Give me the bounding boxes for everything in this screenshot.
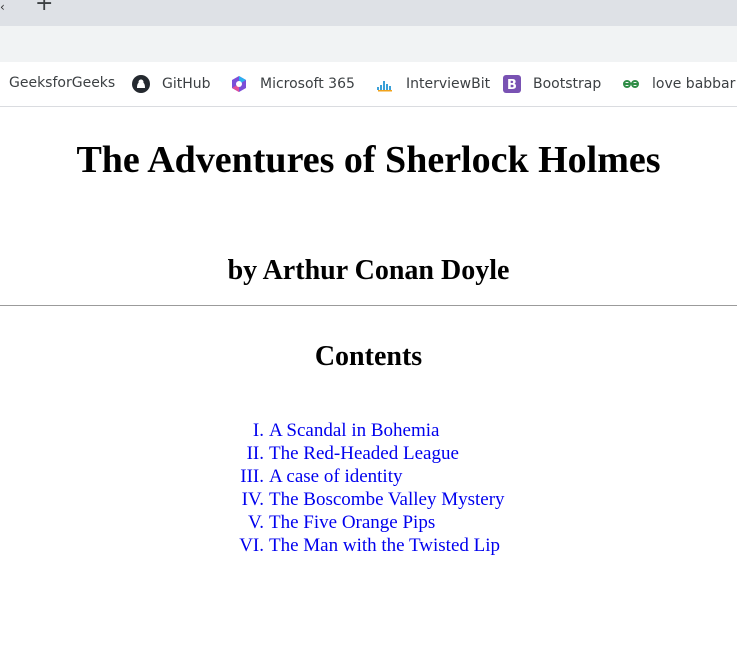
toc-item: II. The Red-Headed League [0,443,737,466]
toc-item: III. A case of identity [0,466,737,489]
toc-item: I. A Scandal in Bohemia [0,420,737,443]
toc-number: IV. [241,489,264,510]
page-content: The Adventures of Sherlock Holmes by Art… [0,107,737,659]
contents-heading: Contents [314,341,423,372]
tab-strip: ‹ + [0,0,737,26]
new-tab-plus-icon[interactable]: + [35,0,53,16]
toc-item: IV. The Boscombe Valley Mystery [0,489,737,512]
toolbar [0,26,737,62]
toc-number: II. [246,443,264,464]
bookmark-label: Bootstrap [533,76,602,92]
toc-number: VI. [239,535,264,556]
bookmark-bootstrap[interactable]: B Bootstrap [503,75,601,93]
toc-link[interactable]: A Scandal in Bohemia [269,420,439,442]
toc-number: V. [247,512,264,533]
bootstrap-icon: B [503,75,521,93]
toc-link[interactable]: The Five Orange Pips [269,512,435,534]
bookmark-geeksforgeeks[interactable]: GeeksforGeeks [9,75,115,91]
toc-link[interactable]: A case of identity [269,466,403,488]
svg-text:B: B [507,78,517,93]
page-title: The Adventures of Sherlock Holmes [76,139,661,181]
toc-item: V. The Five Orange Pips [0,512,737,535]
tab-edge: ‹ [0,0,5,14]
bookmark-label: Microsoft 365 [260,76,355,92]
microsoft365-icon [230,75,248,93]
bookmarks-bar: GeeksforGeeks GitHub Microsoft 365 Inter… [0,62,737,107]
bookmark-label: GitHub [162,76,211,92]
toc-item: VI. The Man with the Twisted Lip [0,535,737,558]
toc-number: III. [240,466,264,487]
tab-bar [18,0,737,22]
toc-link[interactable]: The Man with the Twisted Lip [269,535,500,557]
bookmark-label: InterviewBit [406,76,491,92]
divider [0,305,737,306]
bookmark-microsoft365[interactable]: Microsoft 365 [230,75,355,93]
interviewbit-icon [376,75,394,93]
toc-number: I. [252,420,264,441]
bookmark-love-babbar[interactable]: love babbar s [622,75,737,93]
bookmark-label: GeeksforGeeks [9,75,116,91]
toc-link[interactable]: The Red-Headed League [269,443,459,465]
bookmark-interviewbit[interactable]: InterviewBit [376,75,490,93]
toc-link[interactable]: The Boscombe Valley Mystery [269,489,505,511]
author-heading: by Arthur Conan Doyle [227,255,510,286]
geeksforgeeks-icon [622,75,640,93]
github-icon [132,75,150,93]
bookmark-label: love babbar s [652,76,737,92]
bookmark-github[interactable]: GitHub [132,75,211,93]
table-of-contents: I. A Scandal in Bohemia II. The Red-Head… [0,420,737,558]
